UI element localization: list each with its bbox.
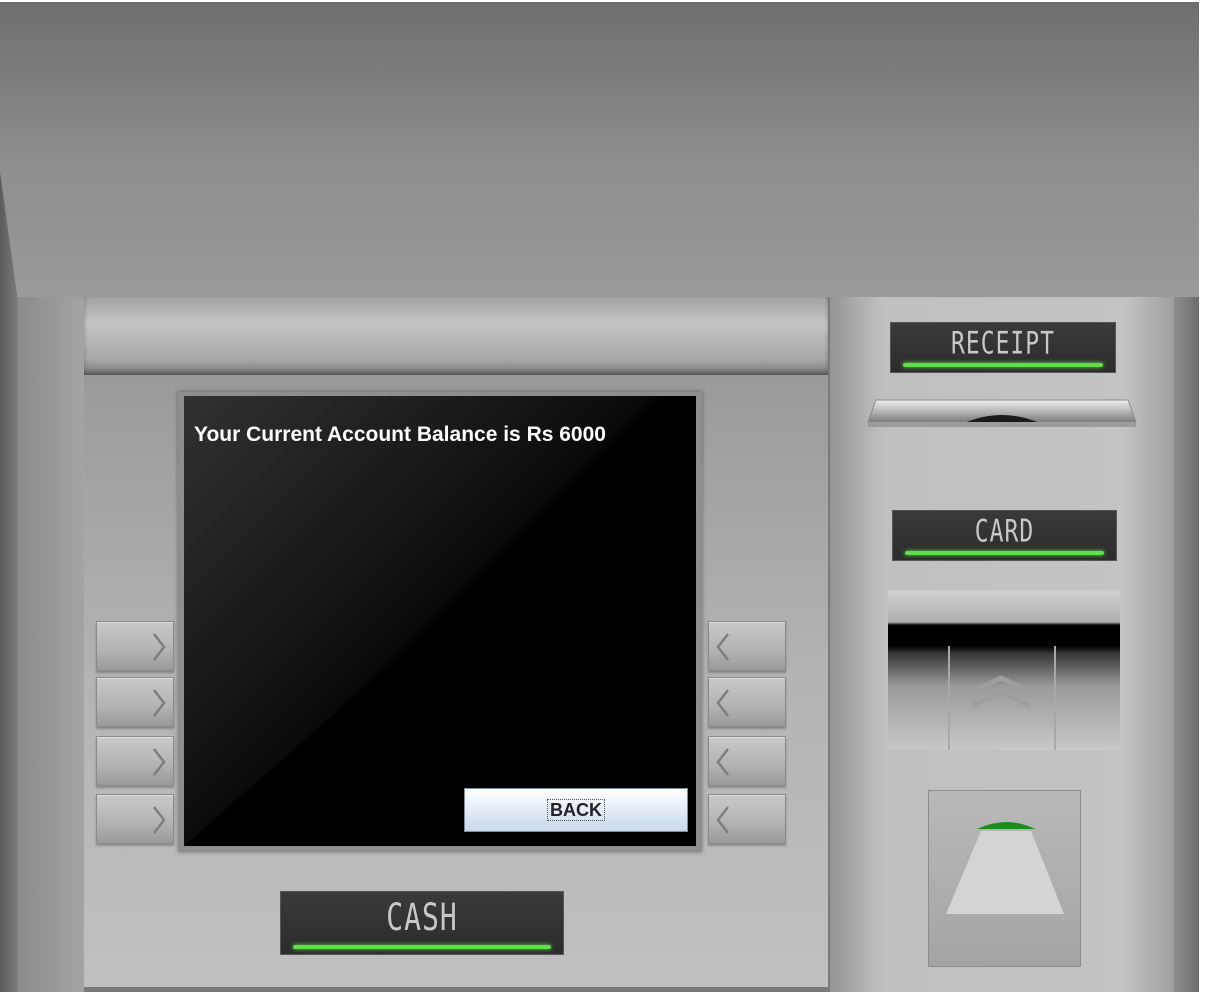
chevron-right-icon bbox=[153, 806, 166, 834]
cash-led-indicator bbox=[293, 945, 551, 949]
card-slot[interactable] bbox=[888, 590, 1120, 750]
right-function-key-1[interactable] bbox=[708, 621, 786, 671]
chevron-left-icon bbox=[716, 689, 729, 717]
chevron-right-icon bbox=[153, 689, 166, 717]
left-wall bbox=[0, 297, 18, 992]
right-edge bbox=[1174, 297, 1199, 992]
top-trim-bar bbox=[84, 297, 828, 375]
card-led-indicator bbox=[905, 551, 1104, 555]
card-label-panel: CARD bbox=[892, 510, 1117, 561]
cash-label: CASH bbox=[386, 895, 458, 940]
left-function-key-3[interactable] bbox=[96, 736, 174, 786]
chevron-left-icon bbox=[716, 633, 729, 661]
receipt-led-indicator bbox=[903, 363, 1103, 367]
right-function-key-4[interactable] bbox=[708, 794, 786, 844]
card-slot-lane bbox=[948, 646, 950, 750]
screen-glare bbox=[184, 396, 696, 846]
back-button[interactable]: BACK bbox=[464, 788, 688, 832]
receipt-label-panel: RECEIPT bbox=[890, 322, 1116, 373]
receipt-slot[interactable] bbox=[866, 398, 1138, 430]
receipt-slot-shape bbox=[867, 399, 1137, 427]
left-function-key-4[interactable] bbox=[96, 794, 174, 844]
left-function-key-2[interactable] bbox=[96, 677, 174, 727]
left-function-key-1[interactable] bbox=[96, 621, 174, 671]
left-side-panel bbox=[18, 297, 84, 992]
atm-canopy bbox=[0, 2, 1199, 297]
bottom-shadow bbox=[84, 987, 828, 992]
chevron-right-icon bbox=[153, 633, 166, 661]
chevron-right-icon bbox=[153, 748, 166, 776]
card-slot-lane bbox=[1054, 646, 1056, 750]
cash-label-panel: CASH bbox=[280, 891, 564, 955]
cash-tray-icon bbox=[946, 822, 1064, 914]
right-function-key-2[interactable] bbox=[708, 677, 786, 727]
right-function-key-3[interactable] bbox=[708, 736, 786, 786]
chevron-left-icon bbox=[716, 748, 729, 776]
balance-message: Your Current Account Balance is Rs 6000 bbox=[194, 423, 606, 446]
chevron-left-icon bbox=[716, 806, 729, 834]
atm-screen: Your Current Account Balance is Rs 6000 … bbox=[184, 396, 696, 846]
cash-dispenser-indicator bbox=[928, 790, 1081, 967]
double-chevron-up-icon bbox=[970, 675, 1032, 709]
back-button-label: BACK bbox=[547, 799, 605, 821]
